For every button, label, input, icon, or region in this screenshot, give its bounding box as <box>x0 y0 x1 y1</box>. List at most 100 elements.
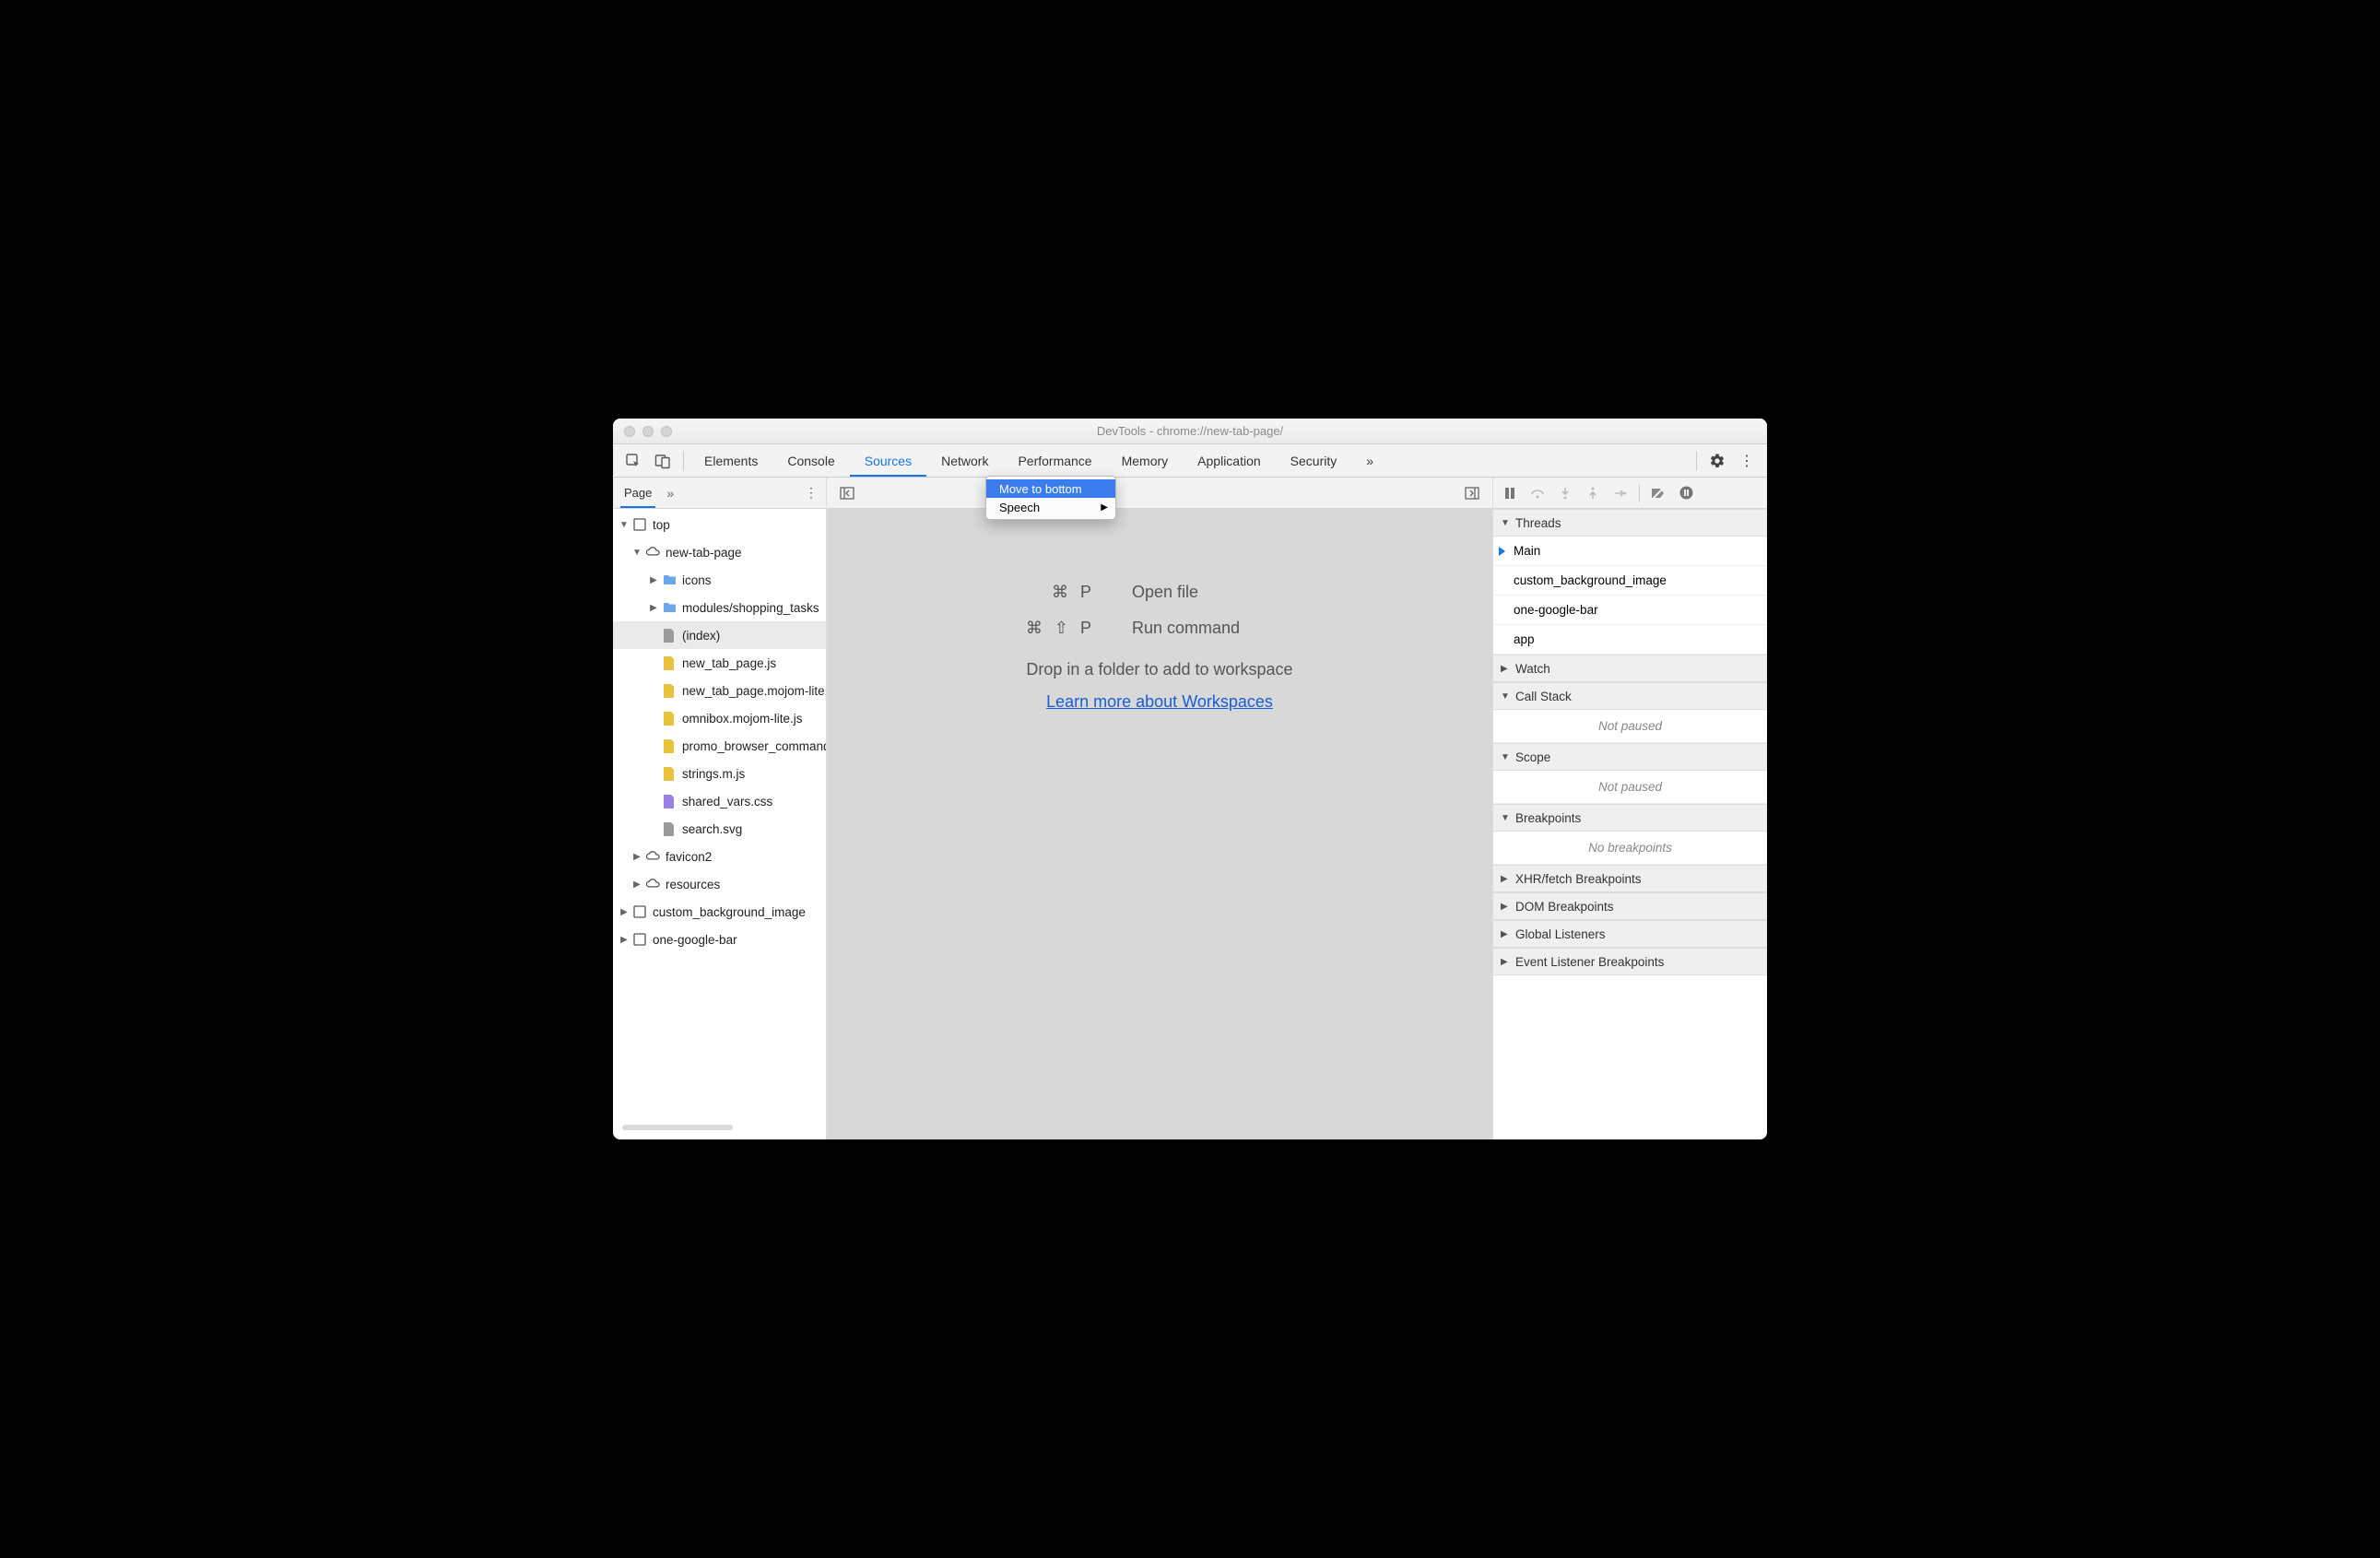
file-tree[interactable]: ▼top ▼new-tab-page ▶icons ▶modules/shopp… <box>613 509 826 1119</box>
panel-body: Page » ⋮ ▼top ▼new-tab-page ▶icons ▶modu… <box>613 478 1767 1139</box>
scope-empty: Not paused <box>1493 771 1767 804</box>
tab-security[interactable]: Security <box>1276 444 1352 477</box>
tree-resources[interactable]: ▶resources <box>613 870 826 898</box>
step-out-icon[interactable] <box>1580 480 1606 506</box>
show-debugger-icon[interactable] <box>1457 479 1487 507</box>
tree-icons[interactable]: ▶icons <box>613 566 826 594</box>
section-breakpoints[interactable]: ▼Breakpoints <box>1493 804 1767 832</box>
kebab-icon[interactable]: ⋮ <box>1732 447 1761 475</box>
debugger-panel: ▼Threads Main custom_background_image on… <box>1492 478 1767 1139</box>
section-callstack[interactable]: ▼Call Stack <box>1493 682 1767 710</box>
js-file-icon <box>661 710 677 726</box>
inspect-icon[interactable] <box>619 447 648 475</box>
tab-application[interactable]: Application <box>1183 444 1276 477</box>
tab-network[interactable]: Network <box>926 444 1003 477</box>
panel-tabs: Elements Console Sources Network Perform… <box>689 444 1691 477</box>
pause-icon[interactable] <box>1497 480 1523 506</box>
cloud-icon <box>644 848 661 865</box>
hint-run-command: ⌘ ⇧ P Run command <box>984 619 1335 638</box>
section-scope[interactable]: ▼Scope <box>1493 743 1767 771</box>
frame-icon <box>631 931 648 948</box>
tree-custom-bg[interactable]: ▶custom_background_image <box>613 898 826 926</box>
cloud-icon <box>644 544 661 561</box>
tree-one-google-bar[interactable]: ▶one-google-bar <box>613 926 826 953</box>
step-into-icon[interactable] <box>1552 480 1578 506</box>
frame-icon <box>631 903 648 920</box>
traffic-lights <box>613 426 672 437</box>
menu-move-to-bottom[interactable]: Move to bottom <box>986 479 1115 498</box>
tree-index[interactable]: (index) <box>613 621 826 649</box>
folder-icon <box>661 572 677 588</box>
section-xhr[interactable]: ▶XHR/fetch Breakpoints <box>1493 865 1767 892</box>
gear-icon[interactable] <box>1703 447 1732 475</box>
tree-favicon2[interactable]: ▶favicon2 <box>613 843 826 870</box>
navigator-panel: Page » ⋮ ▼top ▼new-tab-page ▶icons ▶modu… <box>613 478 827 1139</box>
thread-app[interactable]: app <box>1493 625 1767 655</box>
main-toolbar: Elements Console Sources Network Perform… <box>613 444 1767 478</box>
callstack-empty: Not paused <box>1493 710 1767 743</box>
hint-open-file: ⌘ P Open file <box>984 583 1335 602</box>
section-threads[interactable]: ▼Threads <box>1493 509 1767 537</box>
editor-panel: ⌘ P Open file ⌘ ⇧ P Run command Drop in … <box>827 478 1492 1139</box>
thread-custom-bg[interactable]: custom_background_image <box>1493 566 1767 596</box>
tree-js5[interactable]: strings.m.js <box>613 760 826 787</box>
debugger-toolbar <box>1493 478 1767 509</box>
tree-top[interactable]: ▼top <box>613 511 826 538</box>
js-file-icon <box>661 682 677 699</box>
navigator-menu-icon[interactable]: ⋮ <box>805 485 819 501</box>
tree-css1[interactable]: shared_vars.css <box>613 787 826 815</box>
tab-sources[interactable]: Sources <box>850 444 926 477</box>
page-tab[interactable]: Page <box>620 478 655 508</box>
separator <box>1639 484 1640 502</box>
tree-js3[interactable]: omnibox.mojom-lite.js <box>613 704 826 732</box>
titlebar: DevTools - chrome://new-tab-page/ <box>613 419 1767 444</box>
section-dom[interactable]: ▶DOM Breakpoints <box>1493 892 1767 920</box>
tabs-overflow[interactable]: » <box>1351 444 1388 477</box>
tab-memory[interactable]: Memory <box>1107 444 1184 477</box>
thread-one-google-bar[interactable]: one-google-bar <box>1493 596 1767 625</box>
js-file-icon <box>661 655 677 671</box>
tree-js1[interactable]: new_tab_page.js <box>613 649 826 677</box>
frame-icon <box>631 516 648 533</box>
deactivate-breakpoints-icon[interactable] <box>1645 480 1671 506</box>
shortcut: ⌘ P <box>984 583 1095 602</box>
folder-icon <box>661 599 677 616</box>
breakpoints-empty: No breakpoints <box>1493 832 1767 865</box>
thread-main[interactable]: Main <box>1493 537 1767 566</box>
tab-console[interactable]: Console <box>772 444 849 477</box>
close-dot[interactable] <box>624 426 635 437</box>
shortcut: ⌘ ⇧ P <box>984 619 1095 638</box>
pause-on-exceptions-icon[interactable] <box>1673 480 1699 506</box>
submenu-arrow-icon: ▶ <box>1101 502 1108 513</box>
context-menu: Move to bottom Speech▶ <box>985 476 1116 520</box>
tab-elements[interactable]: Elements <box>689 444 772 477</box>
devtools-window: DevTools - chrome://new-tab-page/ Elemen… <box>613 419 1767 1139</box>
scrollbar[interactable] <box>622 1125 817 1134</box>
separator <box>683 451 684 471</box>
separator <box>1696 451 1697 471</box>
device-toggle-icon[interactable] <box>648 447 677 475</box>
navigator-tabs: Page » ⋮ <box>613 478 826 509</box>
menu-speech[interactable]: Speech▶ <box>986 498 1115 516</box>
js-file-icon <box>661 738 677 754</box>
navigator-overflow[interactable]: » <box>666 486 674 501</box>
section-event[interactable]: ▶Event Listener Breakpoints <box>1493 948 1767 975</box>
tree-js2[interactable]: new_tab_page.mojom-lite.js <box>613 677 826 704</box>
step-over-icon[interactable] <box>1525 480 1550 506</box>
step-icon[interactable] <box>1608 480 1633 506</box>
editor-toolbar <box>827 478 1492 509</box>
file-icon <box>661 820 677 837</box>
section-watch[interactable]: ▶Watch <box>1493 655 1767 682</box>
tab-performance[interactable]: Performance <box>1003 444 1106 477</box>
file-icon <box>661 627 677 643</box>
tree-js4[interactable]: promo_browser_command.mojom-lite.js <box>613 732 826 760</box>
tree-new-tab-page[interactable]: ▼new-tab-page <box>613 538 826 566</box>
learn-more-link[interactable]: Learn more about Workspaces <box>1046 692 1273 712</box>
tree-modules[interactable]: ▶modules/shopping_tasks <box>613 594 826 621</box>
drop-hint: Drop in a folder to add to workspace <box>1026 660 1292 679</box>
section-global[interactable]: ▶Global Listeners <box>1493 920 1767 948</box>
tree-svg1[interactable]: search.svg <box>613 815 826 843</box>
minimize-dot[interactable] <box>642 426 654 437</box>
show-navigator-icon[interactable] <box>832 479 862 507</box>
zoom-dot[interactable] <box>661 426 672 437</box>
